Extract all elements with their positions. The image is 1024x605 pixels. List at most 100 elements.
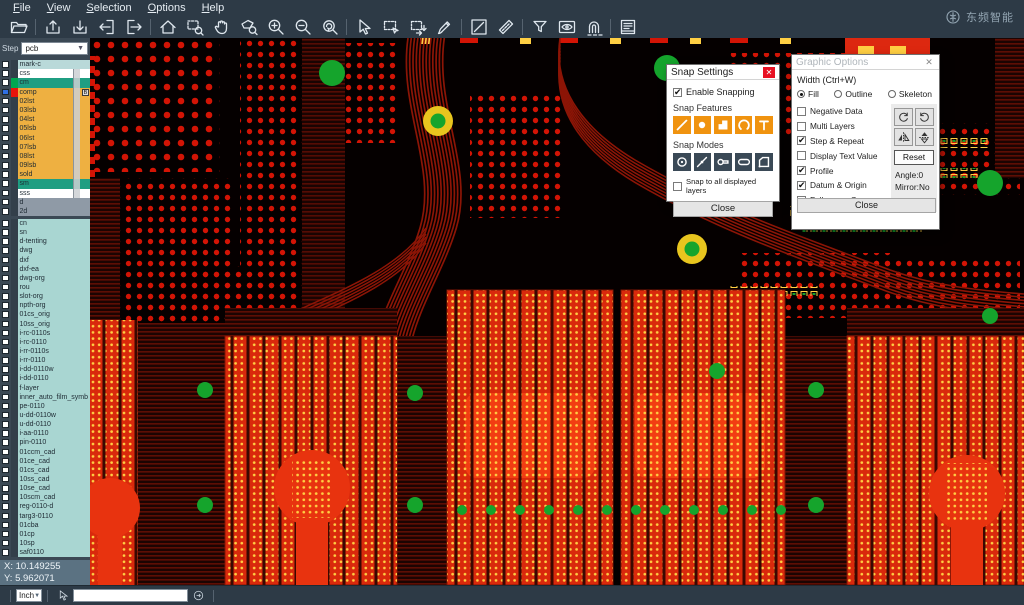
layer-checkbox[interactable]	[2, 79, 9, 86]
layer-name[interactable]: u-dd-0110	[18, 420, 91, 429]
snap-slot-button[interactable]	[735, 153, 753, 171]
layer-name[interactable]: i-aa-0110	[18, 429, 91, 438]
layer-checkbox[interactable]	[2, 339, 9, 346]
layer-checkbox[interactable]	[2, 266, 9, 273]
snap-contour-button[interactable]	[755, 153, 773, 171]
go-icon[interactable]	[190, 588, 206, 604]
select-pointer-button[interactable]	[350, 16, 377, 38]
menu-item[interactable]: Options	[141, 1, 193, 15]
layer-checkbox[interactable]	[2, 220, 9, 227]
layer-row[interactable]: slot-org	[0, 292, 90, 301]
layer-checkbox[interactable]	[2, 98, 9, 105]
layer-row[interactable]: inner_auto_film_symb	[0, 393, 90, 402]
reset-button[interactable]: Reset	[894, 150, 934, 165]
menu-item[interactable]: Selection	[79, 1, 138, 15]
layer-name[interactable]: dxf	[18, 256, 91, 265]
zoom-out-button[interactable]	[289, 16, 316, 38]
export-up-button[interactable]	[39, 16, 66, 38]
select-transform-button[interactable]	[404, 16, 431, 38]
layer-name[interactable]: sn	[18, 228, 91, 237]
layer-name[interactable]: 01cs_orig	[18, 310, 91, 319]
layer-name[interactable]: i-rr-0110s	[18, 347, 91, 356]
snap-center-button[interactable]	[673, 153, 691, 171]
layer-name[interactable]: i-dd-0110w	[18, 365, 91, 374]
layer-row[interactable]: targ3-0110	[0, 512, 90, 521]
layer-row[interactable]: 2d	[0, 207, 90, 216]
checkbox-icon[interactable]: ✔	[673, 88, 682, 97]
graphic-option-row[interactable]: ✔ Profile	[797, 163, 889, 178]
layer-row[interactable]: dwg-org	[0, 274, 90, 283]
zoom-in-button[interactable]	[262, 16, 289, 38]
layer-checkbox[interactable]	[2, 107, 9, 114]
layer-name[interactable]: 10scm_cad	[18, 493, 91, 502]
layer-checkbox[interactable]	[2, 180, 9, 187]
checkbox-icon[interactable]: ✔	[797, 151, 806, 160]
graphic-option-row[interactable]: ✔ Step & Repeat	[797, 134, 889, 149]
layer-name[interactable]: npth-org	[18, 301, 91, 310]
layer-checkbox[interactable]	[2, 449, 9, 456]
layer-name[interactable]: d	[18, 198, 91, 207]
snap-key-button[interactable]	[714, 153, 732, 171]
layer-checkbox[interactable]	[2, 162, 9, 169]
layer-checkbox[interactable]	[2, 89, 9, 96]
zoom-polygon-button[interactable]	[235, 16, 262, 38]
enable-snapping-checkbox[interactable]: ✔ Enable Snapping	[673, 87, 773, 97]
layer-checkbox[interactable]	[2, 366, 9, 373]
layer-name[interactable]: i-dd-0110	[18, 374, 91, 383]
layer-name[interactable]: 10ss_orig	[18, 320, 91, 329]
layer-name[interactable]: 01ce_cad	[18, 457, 91, 466]
layer-checkbox[interactable]	[2, 135, 9, 142]
layer-checkbox[interactable]	[2, 394, 9, 401]
layer-row[interactable]: i-dd-0110	[0, 374, 90, 383]
layer-checkbox[interactable]	[2, 190, 9, 197]
zoom-previous-button[interactable]	[316, 16, 343, 38]
menu-item[interactable]: View	[40, 1, 78, 15]
select-rect-button[interactable]	[377, 16, 404, 38]
layer-row[interactable]: 10se_cad	[0, 484, 90, 493]
layer-checkbox[interactable]	[2, 199, 9, 206]
layer-name[interactable]: rou	[18, 283, 91, 292]
snap-surface-button[interactable]	[714, 116, 732, 134]
import-down-button[interactable]	[66, 16, 93, 38]
layer-row[interactable]: 01cp	[0, 530, 90, 539]
checkbox-icon[interactable]	[673, 182, 682, 191]
layer-checkbox[interactable]	[2, 116, 9, 123]
layer-row[interactable]: d-tenting	[0, 237, 90, 246]
layer-name[interactable]: mark-c	[18, 60, 91, 69]
layer-row[interactable]: 10scm_cad	[0, 493, 90, 502]
layer-row[interactable]: pe-0110	[0, 402, 90, 411]
layer-row[interactable]: i-aa-0110	[0, 429, 90, 438]
layer-list-scrollbar[interactable]	[73, 69, 80, 198]
snap-close-button[interactable]: Close	[673, 201, 773, 217]
layer-row[interactable]: dxf-ea	[0, 265, 90, 274]
rotate-cw-button[interactable]	[894, 108, 913, 126]
highlight-eye-button[interactable]	[553, 16, 580, 38]
zoom-window-button[interactable]	[181, 16, 208, 38]
layer-name[interactable]: slot-org	[18, 292, 91, 301]
layer-name[interactable]: i-rr-0110	[18, 356, 91, 365]
layer-name[interactable]: 2d	[18, 207, 91, 216]
layer-row[interactable]: reg-0110-d	[0, 502, 90, 511]
layer-name[interactable]: reg-0110-d	[18, 502, 91, 511]
layer-row[interactable]: 10ss_cad	[0, 475, 90, 484]
layer-checkbox[interactable]	[2, 125, 9, 132]
layer-row[interactable]: npth-org	[0, 301, 90, 310]
layer-checkbox[interactable]	[2, 229, 9, 236]
snap-magnet-button[interactable]	[580, 16, 607, 38]
layer-name[interactable]: f-layer	[18, 384, 91, 393]
radio-icon[interactable]	[834, 90, 842, 98]
menu-item[interactable]: Help	[195, 1, 232, 15]
layer-checkbox[interactable]	[2, 467, 9, 474]
layer-checkbox[interactable]	[2, 61, 9, 68]
layer-checkbox[interactable]	[2, 247, 9, 254]
layer-name[interactable]: 01cp	[18, 530, 91, 539]
layer-name[interactable]: 01cba	[18, 521, 91, 530]
layer-checkbox[interactable]	[2, 549, 9, 556]
checkbox-icon[interactable]: ✔	[797, 136, 806, 145]
layer-row[interactable]: i-rc-0110s	[0, 329, 90, 338]
layer-checkbox[interactable]	[2, 503, 9, 510]
pan-hand-button[interactable]	[208, 16, 235, 38]
layer-checkbox[interactable]	[2, 171, 9, 178]
layer-checkbox[interactable]	[2, 357, 9, 364]
snap-point-button[interactable]	[694, 153, 712, 171]
